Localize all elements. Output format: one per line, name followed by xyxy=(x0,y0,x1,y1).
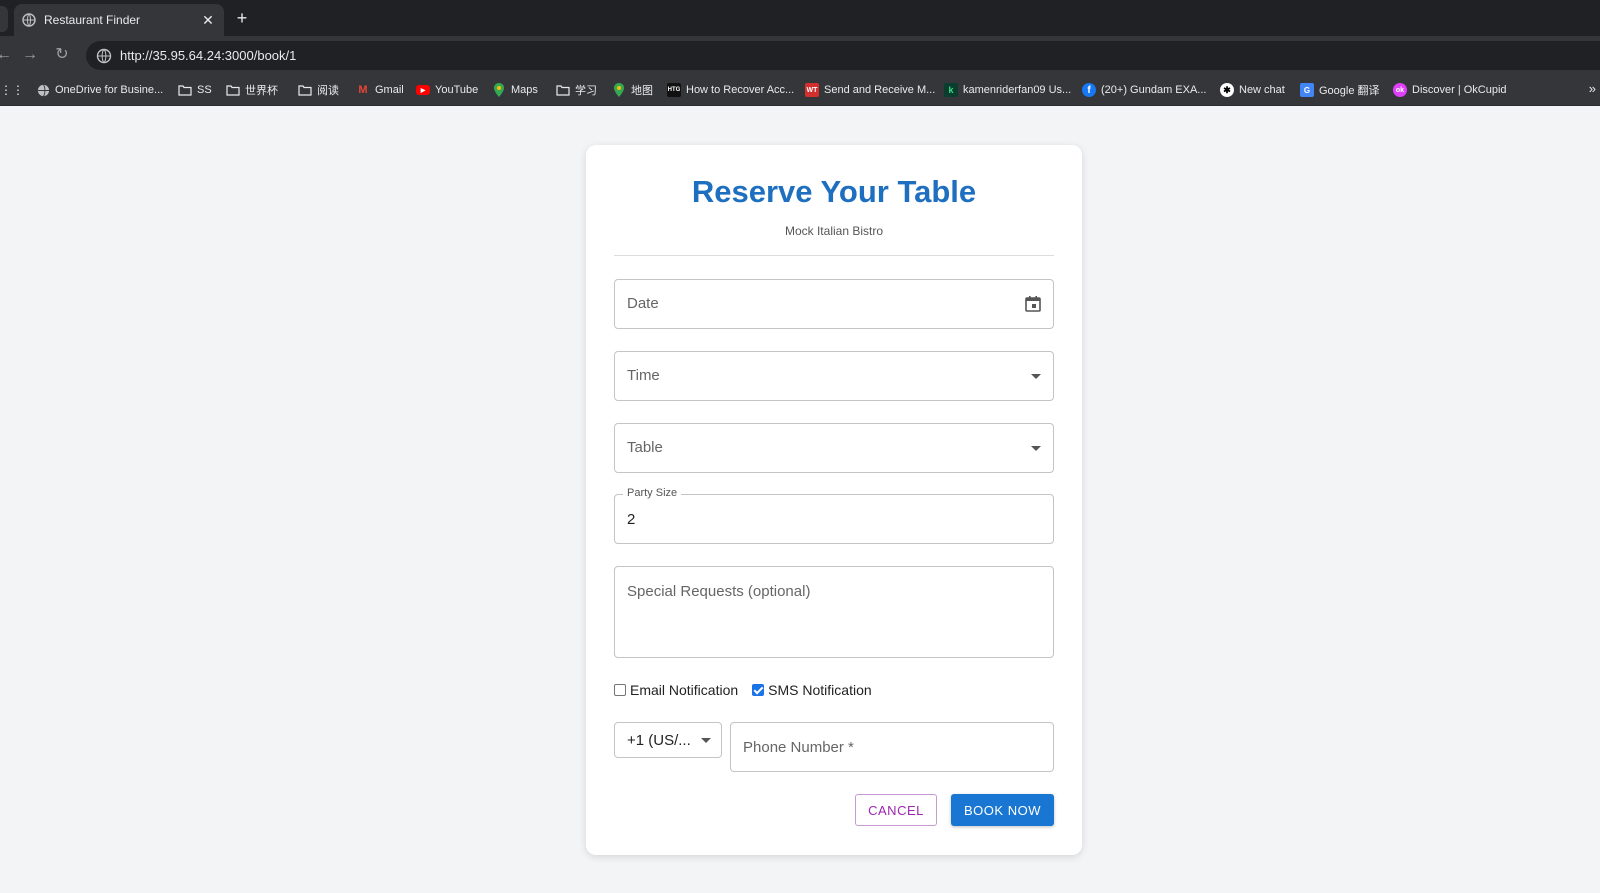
bookmark-label: Gmail xyxy=(375,84,404,96)
table-label: Table xyxy=(627,439,663,456)
wt-icon: WT xyxy=(805,83,819,97)
translate-icon: G xyxy=(1300,83,1314,97)
folder-icon xyxy=(298,83,312,97)
maps-icon xyxy=(612,83,626,97)
bookmark-maps[interactable]: Maps xyxy=(492,82,538,98)
restaurant-name: Mock Italian Bistro xyxy=(784,224,884,238)
bookmark-gmail[interactable]: M Gmail xyxy=(356,82,404,98)
bookmark-label: Maps xyxy=(511,84,538,96)
bookmark-label: kamenriderfan09 Us... xyxy=(963,84,1072,96)
folder-icon xyxy=(178,83,192,97)
reload-icon[interactable]: ↻ xyxy=(52,45,72,65)
facebook-icon: f xyxy=(1082,83,1096,97)
apps-icon[interactable]: ⋮⋮ xyxy=(0,82,24,98)
new-tab-button[interactable]: + xyxy=(232,8,252,28)
date-label: Date xyxy=(627,295,659,312)
country-code-select[interactable]: +1 (US/... xyxy=(614,722,722,758)
youtube-icon: ▶ xyxy=(416,85,430,95)
phone-number-field[interactable]: Phone Number * xyxy=(730,722,1054,772)
bookmark-label: 地图 xyxy=(631,85,653,97)
folder-icon xyxy=(556,83,570,97)
htg-icon: HTG xyxy=(667,83,681,97)
chevron-down-icon xyxy=(1031,374,1041,379)
browser-tab-bar: Restaurant Finder ✕ + xyxy=(0,0,1600,36)
bookmark-youtube[interactable]: ▶ YouTube xyxy=(416,82,478,98)
gmail-icon: M xyxy=(358,84,368,96)
folder-icon xyxy=(226,83,240,97)
divider xyxy=(614,255,1054,256)
phone-number-placeholder: Phone Number * xyxy=(743,739,854,756)
bookmark-label: YouTube xyxy=(435,84,479,96)
bookmark-htg[interactable]: HTG How to Recover Acc... xyxy=(667,82,794,98)
bookmark-label: Discover | OkCupid xyxy=(1412,84,1507,96)
bookmark-label: 世界杯 xyxy=(245,85,278,97)
bookmark-label: 学习 xyxy=(575,85,597,97)
bookmark-label: SS xyxy=(197,84,212,96)
cancel-button[interactable]: CANCEL xyxy=(855,794,937,826)
address-bar[interactable]: http://35.95.64.24:3000/book/1 xyxy=(86,41,1600,70)
book-now-button[interactable]: BOOK NOW xyxy=(951,794,1054,826)
bookmark-label: (20+) Gundam EXA... xyxy=(1101,84,1207,96)
k-icon: k xyxy=(944,83,958,97)
bookmark-facebook[interactable]: f (20+) Gundam EXA... xyxy=(1082,82,1206,98)
chevron-down-icon xyxy=(701,738,711,743)
sms-notification-label: SMS Notification xyxy=(768,682,872,698)
back-icon[interactable]: ← xyxy=(0,45,14,65)
date-field[interactable]: Date xyxy=(614,279,1054,329)
special-requests-placeholder: Special Requests (optional) xyxy=(627,583,811,600)
bookmark-onedrive[interactable]: OneDrive for Busine... xyxy=(36,82,163,98)
checkbox-unchecked-icon[interactable] xyxy=(614,684,626,696)
party-size-label: Party Size xyxy=(623,487,682,499)
bookmark-label: 阅读 xyxy=(317,85,339,97)
bookmarks-bar: ⋮⋮ OneDrive for Busine... SS 世界杯 阅读 M Gm… xyxy=(0,74,1600,106)
page-title: Reserve Your Table xyxy=(691,174,977,209)
bookmark-worldcup[interactable]: 世界杯 xyxy=(226,82,278,98)
bookmark-label: Send and Receive M... xyxy=(824,84,936,96)
globe-icon xyxy=(22,13,36,27)
forward-icon[interactable]: → xyxy=(20,45,40,65)
bookmark-label: Google 翻译 xyxy=(1319,85,1380,97)
bookmark-okcupid[interactable]: ok Discover | OkCupid xyxy=(1393,82,1507,98)
reservation-card: Reserve Your Table Mock Italian Bistro D… xyxy=(586,145,1082,855)
bookmark-new-chat[interactable]: ✱ New chat xyxy=(1220,82,1285,98)
checkbox-checked-icon[interactable] xyxy=(752,684,765,696)
sms-notification-checkbox[interactable]: SMS Notification xyxy=(752,682,872,698)
maps-icon xyxy=(492,83,506,97)
bookmark-study[interactable]: 学习 xyxy=(556,82,597,98)
email-notification-label: Email Notification xyxy=(630,682,739,698)
party-size-value: 2 xyxy=(627,511,636,528)
bookmark-wt[interactable]: WT Send and Receive M... xyxy=(805,82,935,98)
tab-title: Restaurant Finder xyxy=(44,13,141,27)
url-text: http://35.95.64.24:3000/book/1 xyxy=(120,48,297,63)
table-select[interactable]: Table xyxy=(614,423,1054,473)
chat-icon: ✱ xyxy=(1220,83,1234,97)
bookmark-label: OneDrive for Busine... xyxy=(55,84,164,96)
bookmark-label: New chat xyxy=(1239,84,1285,96)
bookmark-reading[interactable]: 阅读 xyxy=(298,82,339,98)
globe-icon xyxy=(36,83,50,97)
time-select[interactable]: Time xyxy=(614,351,1054,401)
okcupid-icon: ok xyxy=(1393,83,1407,97)
bookmark-kamenrider[interactable]: k kamenriderfan09 Us... xyxy=(944,82,1071,98)
bookmark-ditu[interactable]: 地图 xyxy=(612,82,653,98)
bookmark-ss[interactable]: SS xyxy=(178,82,212,98)
bookmark-google-translate[interactable]: G Google 翻译 xyxy=(1300,82,1380,98)
party-size-field[interactable]: Party Size 2 xyxy=(614,487,1054,544)
previous-tab-edge[interactable] xyxy=(0,6,8,32)
browser-toolbar: ← → ↻ http://35.95.64.24:3000/book/1 xyxy=(0,36,1600,74)
notification-options: Email Notification SMS Notification xyxy=(614,682,886,698)
email-notification-checkbox[interactable]: Email Notification xyxy=(614,682,738,698)
calendar-icon[interactable] xyxy=(1023,294,1043,314)
time-label: Time xyxy=(627,367,660,384)
chevron-down-icon xyxy=(1031,446,1041,451)
more-bookmarks-icon[interactable]: » xyxy=(1589,81,1596,96)
country-code-value: +1 (US/... xyxy=(627,732,691,749)
special-requests-field[interactable]: Special Requests (optional) xyxy=(614,566,1054,658)
site-info-icon[interactable] xyxy=(96,48,112,64)
bookmark-label: How to Recover Acc... xyxy=(686,84,795,96)
tab-restaurant-finder[interactable]: Restaurant Finder ✕ xyxy=(14,4,224,36)
close-tab-icon[interactable]: ✕ xyxy=(200,12,216,29)
